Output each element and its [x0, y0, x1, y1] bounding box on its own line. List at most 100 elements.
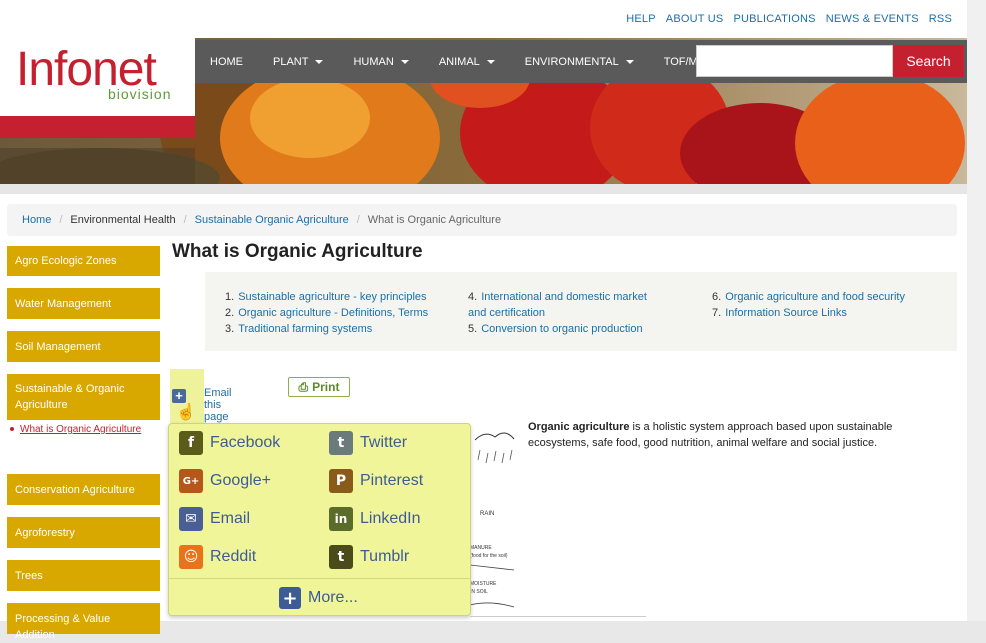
- facebook-icon: f: [179, 431, 203, 455]
- top-link-help[interactable]: HELP: [626, 13, 656, 25]
- nav-environmental[interactable]: ENVIRONMENTAL: [510, 40, 649, 83]
- nav-human[interactable]: HUMAN: [338, 40, 423, 83]
- toc-link[interactable]: International and domestic market and ce…: [468, 291, 647, 319]
- nav-home[interactable]: HOME: [195, 40, 258, 83]
- sidebar-item-soil-management[interactable]: Soil Management: [7, 331, 160, 362]
- share-reddit[interactable]: ☺ Reddit: [179, 545, 256, 569]
- caret-down-icon: [315, 59, 324, 64]
- intro-paragraph: Organic agriculture is a holistic system…: [528, 419, 928, 451]
- sidebar-subitem-what-is-organic-agriculture[interactable]: What is Organic Agriculture: [10, 424, 141, 435]
- breadcrumb-separator: /: [356, 214, 360, 226]
- top-utility-bar: HELP ABOUT US PUBLICATIONS NEWS & EVENTS…: [0, 0, 967, 38]
- top-link-news-events[interactable]: NEWS & EVENTS: [826, 13, 919, 25]
- toc-number: 3.: [225, 323, 235, 335]
- page: HELP ABOUT US PUBLICATIONS NEWS & EVENTS…: [0, 0, 967, 641]
- nav-environmental-label: ENVIRONMENTAL: [524, 55, 619, 68]
- share-more-button[interactable]: + More...: [279, 587, 358, 609]
- sidebar-subitem-label: What is Organic Agriculture: [20, 424, 142, 435]
- breadcrumb: Home / Environmental Health / Sustainabl…: [7, 204, 957, 236]
- share-pinterest[interactable]: P Pinterest: [329, 469, 423, 493]
- toc-link[interactable]: Conversion to organic production: [481, 323, 642, 335]
- hand-cursor-icon: ☝: [176, 404, 196, 421]
- share-more-label: More...: [308, 589, 358, 606]
- sketch-label: RAIN: [480, 511, 494, 517]
- breadcrumb-separator: /: [59, 214, 63, 226]
- printer-icon: ⎙: [298, 379, 309, 394]
- breadcrumb-current: What is Organic Agriculture: [367, 214, 502, 226]
- toc-item[interactable]: 2. Organic agriculture - Definitions, Ter…: [225, 305, 428, 321]
- nav-human-label: HUMAN: [353, 55, 394, 68]
- sketch-label: MOISTURE: [470, 581, 497, 587]
- toc-number: 2.: [225, 307, 235, 319]
- sidebar-item-processing-value-addition[interactable]: Processing & Value Addition: [7, 603, 160, 641]
- sidebar-item-sustainable-organic-agriculture[interactable]: Sustainable & Organic Agriculture: [7, 374, 160, 420]
- intro-bold-term: Organic agriculture: [528, 421, 630, 433]
- toc-item[interactable]: 4. International and domestic market and …: [468, 289, 658, 321]
- share-linkedin[interactable]: in LinkedIn: [329, 507, 421, 531]
- breadcrumb-sustainable-organic-agriculture[interactable]: Sustainable Organic Agriculture: [195, 214, 349, 226]
- sidebar-item-water-management[interactable]: Water Management: [7, 288, 160, 319]
- toc-link[interactable]: Organic agriculture - Definitions, Terms: [238, 307, 428, 319]
- toc-number: 4.: [468, 291, 478, 303]
- plus-icon[interactable]: +: [172, 389, 186, 403]
- breadcrumb-home[interactable]: Home: [22, 214, 51, 226]
- toc-column: 4. International and domestic market and …: [468, 289, 658, 337]
- share-email-label: Email: [210, 510, 251, 527]
- share-twitter-label: Twitter: [360, 434, 408, 451]
- share-twitter[interactable]: t Twitter: [329, 431, 407, 455]
- breadcrumb-separator: /: [183, 214, 187, 226]
- sidebar-item-agroforestry[interactable]: Agroforestry: [7, 517, 160, 548]
- toc-link[interactable]: Traditional farming systems: [238, 323, 372, 335]
- toc-item[interactable]: 6. Organic agriculture and food security: [712, 289, 905, 305]
- share-google-plus[interactable]: G+ Google+: [179, 469, 271, 493]
- sidebar-item-conservation-agriculture[interactable]: Conservation Agriculture: [7, 474, 160, 505]
- toc-column: 6. Organic agriculture and food security …: [712, 289, 905, 321]
- nav-plant-label: PLANT: [273, 55, 309, 68]
- top-link-about-us[interactable]: ABOUT US: [666, 13, 724, 25]
- header-divider: [0, 184, 967, 194]
- toc-column: 1. Sustainable agriculture - key principl…: [225, 289, 428, 337]
- share-facebook[interactable]: f Facebook: [179, 431, 280, 455]
- share-tumblr-label: Tumblr: [360, 548, 410, 565]
- sidebar-item-trees[interactable]: Trees: [7, 560, 160, 591]
- search-input[interactable]: [696, 45, 893, 77]
- toc-item[interactable]: 7. Information Source Links: [712, 305, 905, 321]
- toc-link[interactable]: Sustainable agriculture - key principles: [238, 291, 426, 303]
- table-of-contents: 1. Sustainable agriculture - key principl…: [205, 272, 957, 351]
- tumblr-icon: t: [329, 545, 353, 569]
- toc-item[interactable]: 5. Conversion to organic production: [468, 321, 658, 337]
- nav-animal-label: ANIMAL: [438, 55, 480, 68]
- toc-number: 7.: [712, 307, 722, 319]
- bullet-icon: [10, 427, 14, 432]
- search-button[interactable]: Search: [893, 45, 964, 77]
- top-link-rss[interactable]: RSS: [929, 13, 952, 25]
- linkedin-icon: in: [329, 507, 353, 531]
- share-google-plus-label: Google+: [210, 472, 271, 489]
- reddit-icon: ☺: [179, 545, 203, 569]
- nav-home-label: HOME: [210, 55, 243, 68]
- top-link-publications[interactable]: PUBLICATIONS: [733, 13, 815, 25]
- nav-plant[interactable]: PLANT: [258, 40, 338, 83]
- share-email[interactable]: ✉ Email: [179, 507, 250, 531]
- share-tumblr[interactable]: t Tumblr: [329, 545, 409, 569]
- print-button[interactable]: ⎙ Print: [288, 377, 350, 397]
- scrollbar-track[interactable]: [967, 0, 986, 621]
- twitter-icon: t: [329, 431, 353, 455]
- top-links: HELP ABOUT US PUBLICATIONS NEWS & EVENTS…: [626, 13, 952, 25]
- toc-link[interactable]: Organic agriculture and food security: [725, 291, 905, 303]
- sidebar-item-agro-ecologic-zones[interactable]: Agro Ecologic Zones: [7, 246, 160, 276]
- page-title: What is Organic Agriculture: [172, 241, 423, 262]
- content-divider: [470, 616, 646, 617]
- share-linkedin-label: LinkedIn: [360, 510, 421, 527]
- breadcrumb-environmental-health: Environmental Health: [70, 214, 176, 226]
- popup-divider: [169, 578, 470, 579]
- sketch-label: (food for the soil): [470, 553, 508, 559]
- sketch-label: MANURE: [470, 545, 492, 551]
- toc-item[interactable]: 3. Traditional farming systems: [225, 321, 428, 337]
- google-plus-icon: G+: [179, 469, 203, 493]
- nav-animal[interactable]: ANIMAL: [424, 40, 510, 83]
- share-trigger[interactable]: + ☝: [170, 369, 204, 423]
- email-this-page-link[interactable]: Email this page: [204, 387, 232, 423]
- toc-item[interactable]: 1. Sustainable agriculture - key principl…: [225, 289, 428, 305]
- toc-link[interactable]: Information Source Links: [725, 307, 847, 319]
